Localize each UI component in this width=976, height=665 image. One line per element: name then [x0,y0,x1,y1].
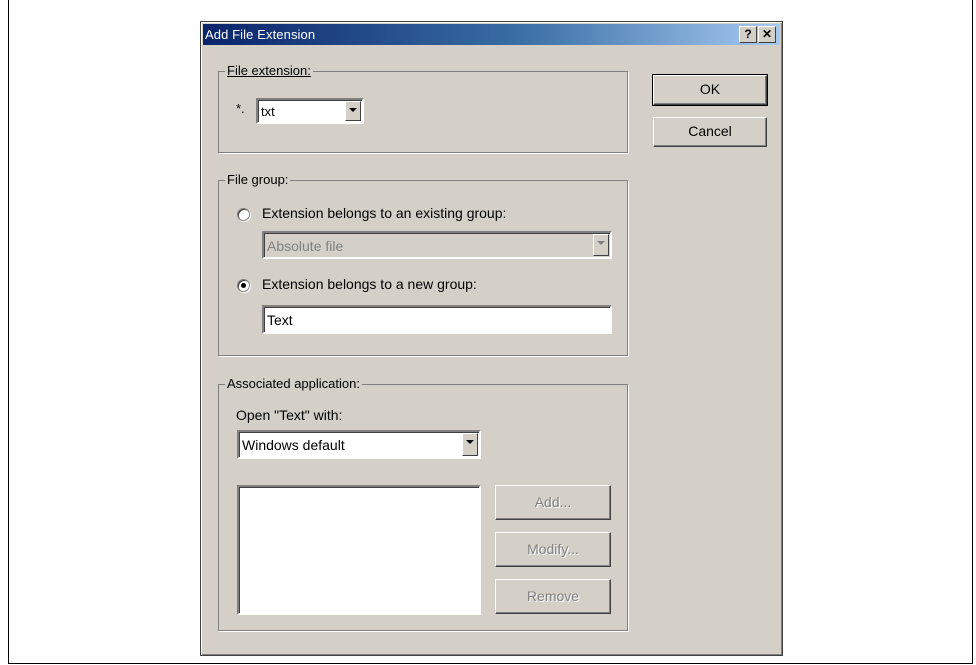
open-with-dropdown-icon[interactable] [462,433,478,456]
associated-application-group: Associated application: Open "Text" with… [218,376,628,631]
add-button[interactable]: Add... [495,485,611,520]
file-extension-label: File extension: [225,63,313,78]
application-list[interactable] [237,485,481,615]
open-with-value: Windows default [242,437,345,453]
ok-button[interactable]: OK [652,74,768,106]
new-group-radio[interactable] [237,279,250,292]
existing-group-radio[interactable] [237,208,250,221]
existing-group-value: Absolute file [267,238,344,254]
title-bar[interactable]: Add File Extension ? ✕ [203,24,780,45]
file-group-label: File group: [225,172,291,187]
extension-prefix: *. [236,101,245,116]
file-group-group: File group: Extension belongs to an exis… [218,172,628,356]
existing-group-label: Extension belongs to an existing group: [262,205,507,221]
open-with-combo[interactable]: Windows default [237,430,481,459]
file-extension-dropdown-icon[interactable] [345,101,361,121]
remove-button[interactable]: Remove [495,579,611,614]
radio-selected-dot [241,283,246,288]
add-file-extension-dialog: Add File Extension ? ✕ File extension: *… [200,21,783,656]
new-group-label: Extension belongs to a new group: [262,276,477,292]
associated-application-label: Associated application: [225,376,362,391]
new-group-value: Text [267,312,293,328]
close-button[interactable]: ✕ [758,26,776,43]
open-with-label: Open "Text" with: [236,407,343,423]
existing-group-combo[interactable]: Absolute file [262,231,612,259]
file-extension-combo[interactable]: txt [256,98,364,124]
dialog-title: Add File Extension [205,27,316,42]
help-button[interactable]: ? [739,26,757,43]
file-extension-value: txt [261,104,275,119]
new-group-input[interactable]: Text [262,305,612,334]
cancel-button[interactable]: Cancel [653,117,767,147]
modify-button[interactable]: Modify... [495,532,611,567]
file-extension-group: File extension: *. txt [218,63,628,153]
existing-group-dropdown-icon[interactable] [593,234,609,256]
